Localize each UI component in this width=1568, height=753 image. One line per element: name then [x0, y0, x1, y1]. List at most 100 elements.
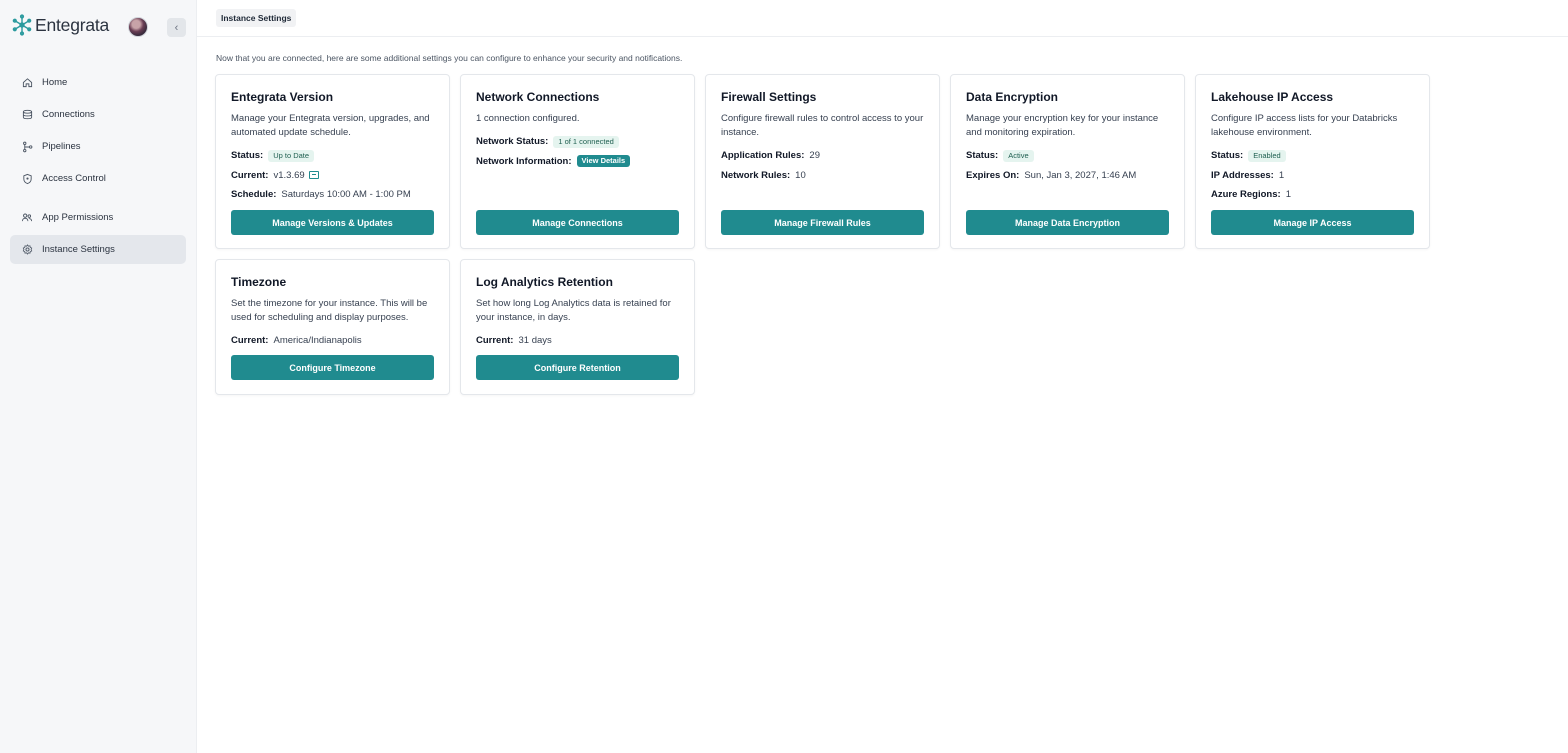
sidebar: Entegrata ‹ Home Connections Pipelines A… — [0, 0, 197, 753]
expires-value: Sun, Jan 3, 2027, 1:46 AM — [1024, 169, 1137, 181]
sidebar-item-label: App Permissions — [42, 212, 114, 223]
sidebar-item-connections[interactable]: Connections — [10, 100, 186, 129]
card-log-analytics-retention: Log Analytics Retention Set how long Log… — [460, 259, 695, 395]
gear-icon — [21, 244, 33, 256]
network-info-row: Network Information: View Details — [476, 152, 679, 172]
manage-firewall-rules-button[interactable]: Manage Firewall Rules — [721, 210, 924, 235]
schedule-value: Saturdays 10:00 AM - 1:00 PM — [281, 189, 411, 201]
application-rules-row: Application Rules: 29 — [721, 146, 924, 166]
status-label: Status: — [1211, 150, 1244, 162]
status-label: Status: — [966, 150, 999, 162]
current-label: Current: — [231, 335, 269, 347]
status-row: Status: Up to Date — [231, 146, 434, 166]
azure-regions-row: Azure Regions: 1 — [1211, 185, 1414, 205]
intro-text: Now that you are connected, here are som… — [216, 53, 683, 63]
status-row: Status: Enabled — [1211, 146, 1414, 166]
users-icon — [21, 212, 33, 224]
status-label: Status: — [231, 150, 264, 162]
current-version-row: Current: v1.3.69 — [231, 166, 434, 186]
brand-name: Entegrata — [35, 14, 110, 35]
sidebar-item-home[interactable]: Home — [10, 68, 186, 97]
schedule-label: Schedule: — [231, 189, 277, 201]
configure-timezone-button[interactable]: Configure Timezone — [231, 355, 434, 380]
card-description: Set how long Log Analytics data is retai… — [476, 298, 671, 323]
card-title: Data Encryption — [966, 90, 1059, 104]
current-retention-row: Current: 31 days — [476, 331, 679, 351]
card-title: Network Connections — [476, 90, 600, 104]
network-rules-row: Network Rules: 10 — [721, 166, 924, 186]
network-info-label: Network Information: — [476, 155, 572, 167]
database-icon — [21, 109, 33, 121]
status-badge: Up to Date — [268, 149, 315, 162]
pipeline-icon — [21, 141, 33, 153]
view-details-badge[interactable]: View Details — [576, 155, 631, 168]
current-timezone-row: Current: America/Indianapolis — [231, 331, 434, 351]
card-description: 1 connection configured. — [476, 113, 580, 124]
card-description: Configure IP access lists for your Datab… — [1211, 113, 1398, 138]
snowflake-logo-icon — [12, 14, 32, 36]
sidebar-item-label: Home — [42, 77, 68, 88]
status-badge: Enabled — [1248, 149, 1286, 162]
card-title: Timezone — [231, 275, 287, 289]
application-rules-value: 29 — [809, 150, 820, 162]
sidebar-item-label: Pipelines — [42, 141, 81, 152]
card-title: Entegrata Version — [231, 90, 334, 104]
sidebar-nav: Home Connections Pipelines Access Contro… — [10, 68, 186, 267]
card-description: Manage your Entegrata version, upgrades,… — [231, 113, 430, 138]
collapse-sidebar-button[interactable]: ‹ — [167, 18, 186, 37]
page-title: Instance Settings — [216, 9, 297, 27]
sidebar-item-label: Access Control — [42, 173, 106, 184]
chevron-left-icon: ‹ — [174, 21, 179, 34]
card-description: Manage your encryption key for your inst… — [966, 113, 1159, 138]
card-data-encryption: Data Encryption Manage your encryption k… — [950, 74, 1185, 249]
card-title: Lakehouse IP Access — [1211, 90, 1334, 104]
current-label: Current: — [231, 169, 269, 181]
sidebar-item-app-permissions[interactable]: App Permissions — [10, 203, 186, 232]
expires-row: Expires On: Sun, Jan 3, 2027, 1:46 AM — [966, 166, 1169, 186]
user-avatar[interactable] — [128, 17, 148, 37]
card-lakehouse-ip-access: Lakehouse IP Access Configure IP access … — [1195, 74, 1430, 249]
manage-data-encryption-button[interactable]: Manage Data Encryption — [966, 210, 1169, 235]
nav-divider — [10, 196, 186, 203]
current-version-value: v1.3.69 — [273, 169, 305, 181]
brand[interactable]: Entegrata — [12, 14, 109, 36]
network-rules-value: 10 — [795, 169, 806, 181]
release-notes-icon[interactable] — [308, 171, 319, 180]
sidebar-item-access-control[interactable]: Access Control — [10, 164, 186, 193]
home-icon — [21, 77, 33, 89]
azure-regions-label: Azure Regions: — [1211, 189, 1281, 201]
manage-ip-access-button[interactable]: Manage IP Access — [1211, 210, 1414, 235]
ip-addresses-row: IP Addresses: 1 — [1211, 166, 1414, 186]
configure-retention-button[interactable]: Configure Retention — [476, 355, 679, 380]
card-network-connections: Network Connections 1 connection configu… — [460, 74, 695, 249]
card-description: Configure firewall rules to control acce… — [721, 113, 924, 138]
shield-icon — [21, 173, 33, 185]
azure-regions-value: 1 — [1285, 189, 1291, 201]
ip-addresses-value: 1 — [1278, 169, 1285, 181]
card-title: Firewall Settings — [721, 90, 817, 104]
application-rules-label: Application Rules: — [721, 150, 805, 162]
top-bar: Instance Settings — [197, 0, 1568, 37]
current-timezone-value: America/Indianapolis — [273, 335, 362, 347]
card-timezone: Timezone Set the timezone for your insta… — [215, 259, 450, 395]
manage-connections-button[interactable]: Manage Connections — [476, 210, 679, 235]
network-status-label: Network Status: — [476, 136, 549, 148]
current-label: Current: — [476, 335, 514, 347]
sidebar-item-pipelines[interactable]: Pipelines — [10, 132, 186, 161]
sidebar-item-label: Connections — [42, 109, 95, 120]
ip-addresses-label: IP Addresses: — [1211, 169, 1274, 181]
network-rules-label: Network Rules: — [721, 169, 791, 181]
expires-label: Expires On: — [966, 169, 1020, 181]
current-retention-value: 31 days — [518, 335, 552, 347]
network-status-badge: 1 of 1 connected — [553, 135, 619, 148]
card-title: Log Analytics Retention — [476, 275, 613, 289]
card-description: Set the timezone for your instance. This… — [231, 298, 428, 323]
sidebar-item-instance-settings[interactable]: Instance Settings — [10, 235, 186, 264]
status-row: Status: Active — [966, 146, 1169, 166]
status-badge: Active — [1003, 149, 1034, 162]
sidebar-item-label: Instance Settings — [42, 244, 115, 255]
schedule-row: Schedule: Saturdays 10:00 AM - 1:00 PM — [231, 185, 434, 205]
network-status-row: Network Status: 1 of 1 connected — [476, 132, 679, 152]
manage-versions-button[interactable]: Manage Versions & Updates — [231, 210, 434, 235]
card-entegrata-version: Entegrata Version Manage your Entegrata … — [215, 74, 450, 249]
